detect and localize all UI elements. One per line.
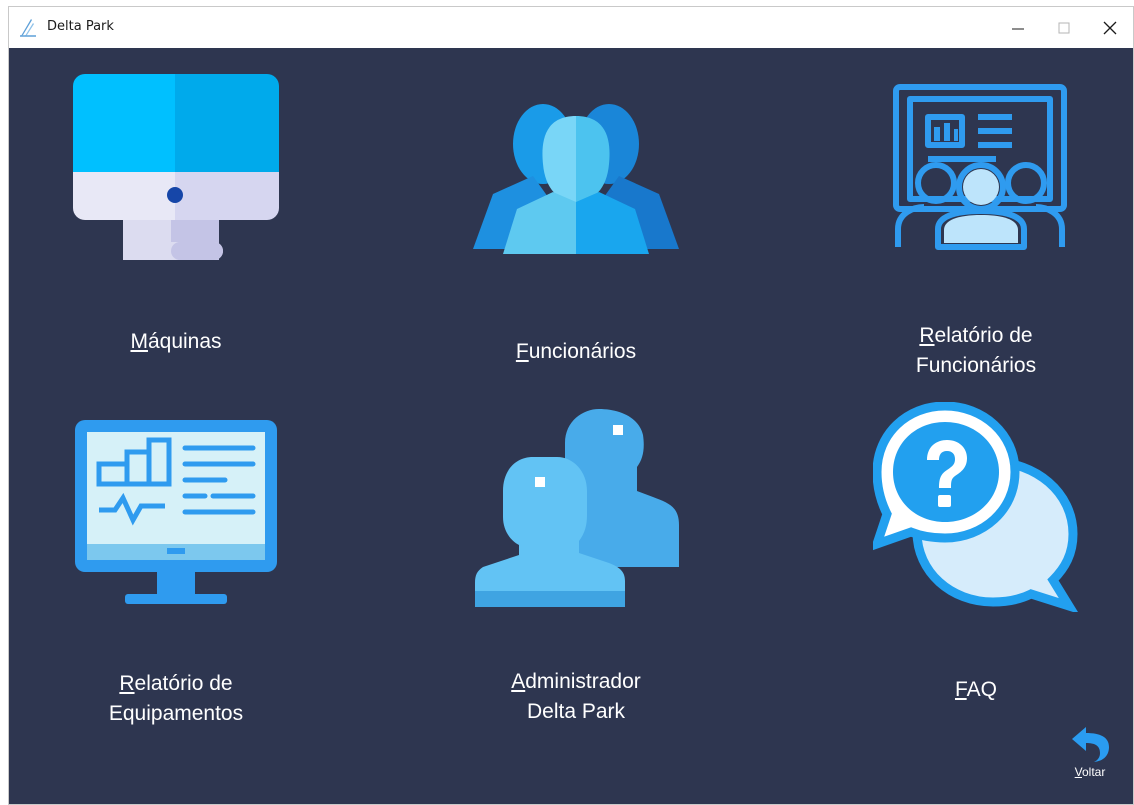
relatorio-equipamentos-tile[interactable]: Relatório de Equipamentos	[71, 420, 281, 729]
monitor-report-icon	[71, 420, 281, 604]
undo-arrow-icon	[1072, 727, 1109, 762]
close-button[interactable]	[1087, 7, 1133, 48]
funcionarios-tile[interactable]: Funcionários	[471, 79, 681, 367]
maximize-button[interactable]	[1041, 7, 1087, 48]
relatorio-funcionarios-tile[interactable]: Relatório de Funcionários	[871, 79, 1081, 381]
delta-park-logo-icon	[20, 19, 36, 37]
presentation-board-icon	[871, 79, 1081, 259]
people-group-icon	[471, 79, 681, 259]
faq-tile[interactable]: FAQ	[871, 402, 1081, 705]
maximize-icon	[1058, 22, 1070, 33]
maquinas-tile[interactable]: Máquinas	[71, 74, 281, 357]
minimize-icon	[1012, 28, 1024, 29]
administrador-label: Administrador Delta Park	[511, 670, 641, 723]
voltar-label: Voltar	[1074, 765, 1106, 779]
relatorio-funcionarios-label: Relatório de Funcionários	[915, 324, 1037, 377]
voltar-button[interactable]: Voltar	[1065, 723, 1115, 795]
title-bar: Delta Park	[9, 7, 1133, 48]
desktop-monitor-icon	[71, 74, 281, 260]
window-title: Delta Park	[47, 19, 114, 34]
administrador-tile[interactable]: Administrador Delta Park	[471, 409, 681, 727]
relatorio-equipamentos-label: Relatório de Equipamentos	[108, 672, 244, 725]
faq-label: FAQ	[954, 678, 997, 701]
question-chat-icon	[871, 402, 1081, 612]
admin-users-icon	[471, 409, 681, 607]
funcionarios-label: Funcionários	[515, 340, 637, 363]
main-window: Delta Park Máquinas Funcionários Relatór…	[8, 6, 1134, 805]
close-icon	[1103, 21, 1117, 34]
minimize-button[interactable]	[995, 7, 1041, 48]
maquinas-label: Máquinas	[130, 330, 222, 353]
